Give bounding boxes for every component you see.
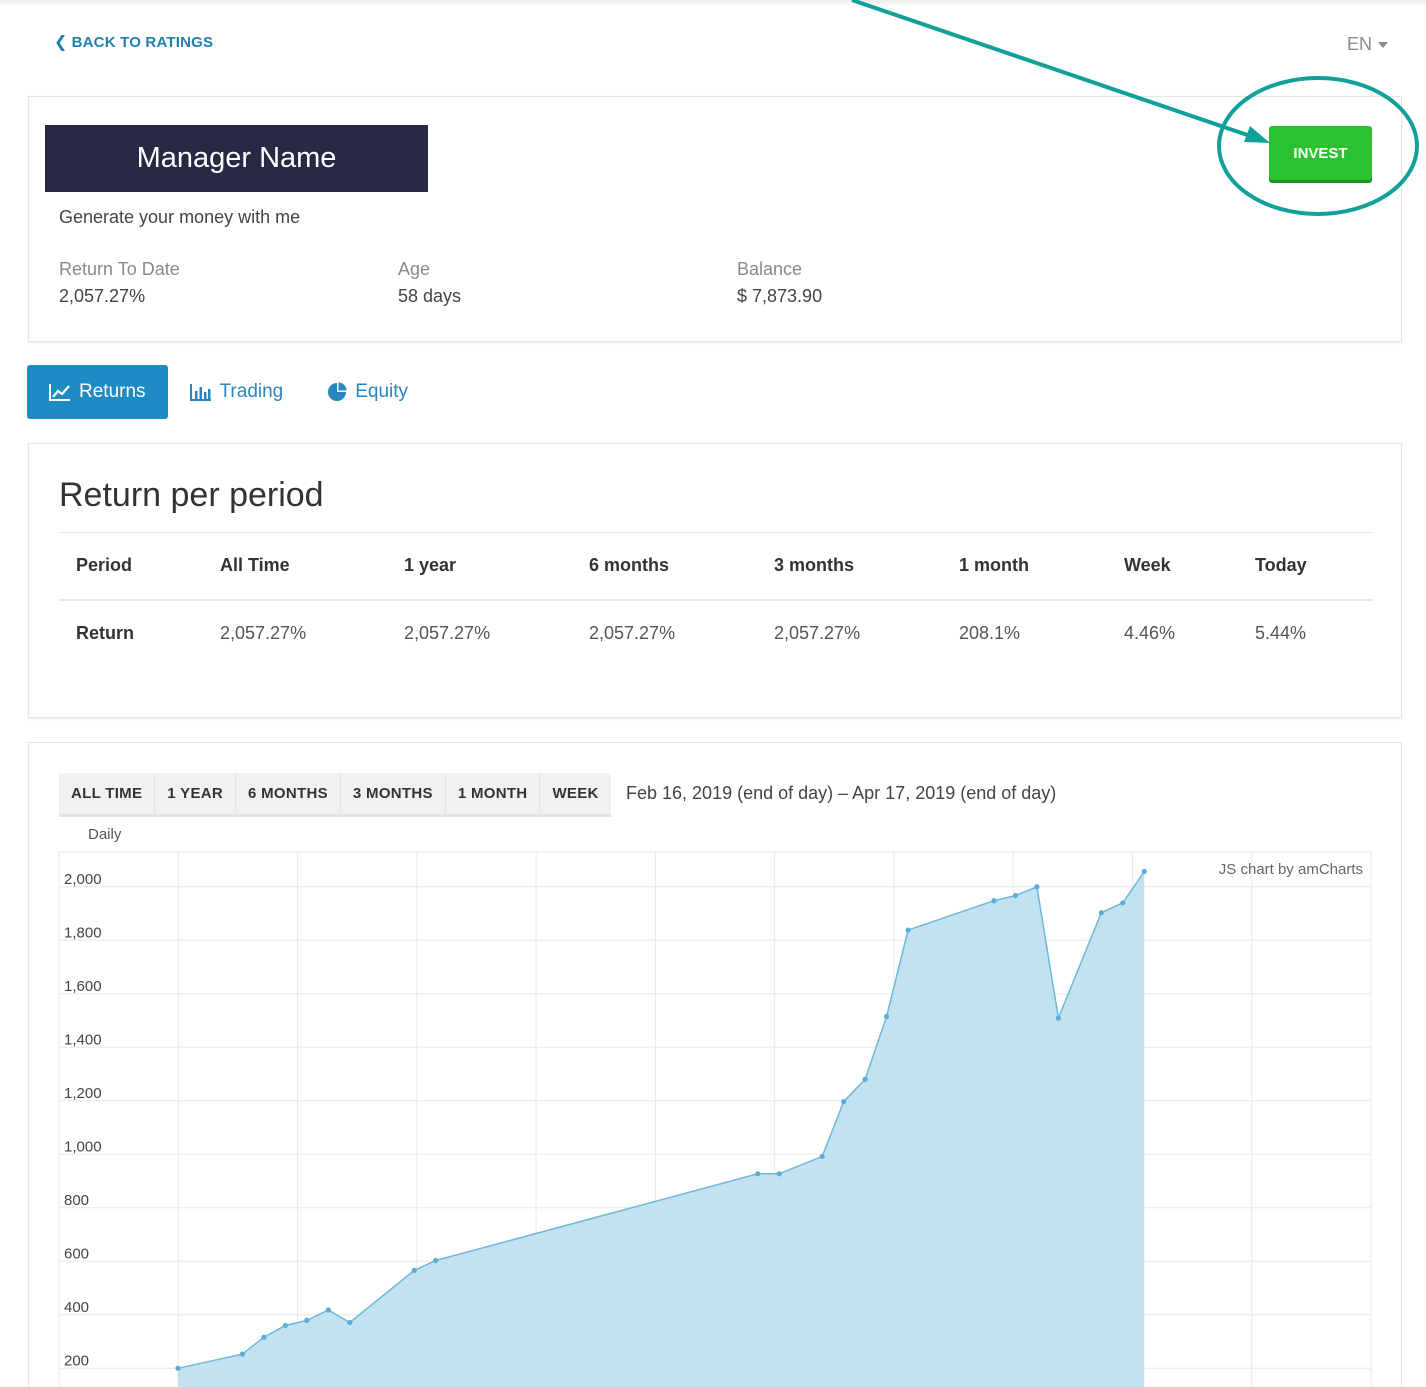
chart-data-point[interactable]	[819, 1153, 825, 1160]
chart-y-ticks: 200 400 600 800 1,000 1,200 1,400 1,600 1,800 2,0…	[64, 871, 102, 1370]
chart-data-point[interactable]	[905, 927, 911, 933]
chart-data-point[interactable]	[411, 1267, 417, 1273]
y-tick-label: 1,600	[64, 978, 102, 995]
y-tick-label: 1,400	[64, 1031, 102, 1048]
chart-data-point[interactable]	[841, 1098, 847, 1105]
chart-data-point[interactable]	[776, 1171, 782, 1177]
y-tick-label: 600	[64, 1245, 89, 1262]
chart-data-point[interactable]	[433, 1257, 439, 1264]
chart-data-point[interactable]	[1012, 893, 1019, 899]
y-tick-label: 1,000	[64, 1138, 102, 1155]
y-tick-label: 1,200	[64, 1085, 102, 1102]
y-tick-label: 200	[64, 1352, 89, 1369]
chart-area	[178, 871, 1145, 1387]
chart-data-point[interactable]	[1141, 868, 1147, 875]
y-tick-label: 400	[64, 1299, 89, 1316]
chart-data-point[interactable]	[1034, 884, 1040, 890]
chart-data-point[interactable]	[175, 1365, 181, 1371]
y-tick-label: 1,800	[64, 924, 102, 941]
chart-data-point[interactable]	[1055, 1015, 1061, 1021]
chart-data-point[interactable]	[1098, 910, 1104, 916]
chart-data-point[interactable]	[282, 1322, 288, 1329]
chart-data-point[interactable]	[304, 1317, 310, 1323]
chart-data-point[interactable]	[755, 1171, 761, 1177]
chart-data-point[interactable]	[1120, 900, 1126, 906]
chart-data-point[interactable]	[325, 1307, 331, 1313]
chart-data-point[interactable]	[347, 1319, 353, 1326]
chart-data-point[interactable]	[239, 1351, 246, 1357]
y-tick-label: 2,000	[64, 871, 102, 888]
chart-credit: JS chart by amCharts	[1219, 861, 1363, 878]
chart-data-point[interactable]	[862, 1076, 868, 1082]
chart-data-point[interactable]	[261, 1334, 267, 1340]
chart-data-point[interactable]	[884, 1013, 890, 1020]
returns-area-chart: 200 400 600 800 1,000 1,200 1,400 1,600 1,800 2,0…	[58, 851, 1372, 1387]
chart-data-point[interactable]	[991, 898, 997, 904]
y-tick-label: 800	[64, 1192, 89, 1209]
